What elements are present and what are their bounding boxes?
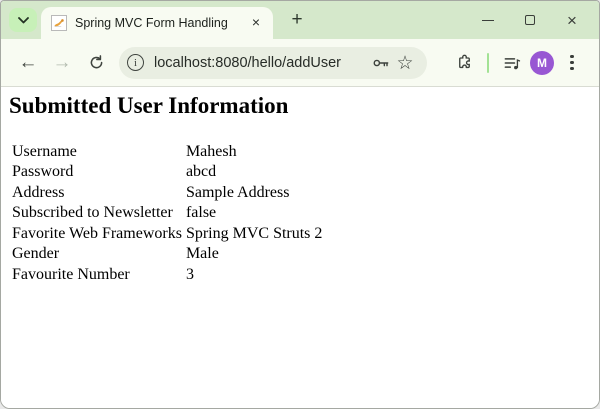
tab-strip: Spring MVC Form Handling × + × — [1, 1, 599, 39]
row-label: Subscribed to Newsletter — [11, 204, 183, 223]
site-info-icon[interactable]: i — [127, 54, 144, 71]
window-minimize-button[interactable] — [467, 3, 509, 37]
back-button[interactable]: ← — [11, 46, 45, 80]
tab-title: Spring MVC Form Handling — [75, 16, 247, 30]
page-title: Submitted User Information — [9, 93, 591, 119]
address-bar[interactable]: i localhost:8080/hello/addUser ☆ — [119, 47, 427, 79]
browser-window: Spring MVC Form Handling × + × ← → i loc… — [0, 0, 600, 409]
close-icon: × — [567, 12, 577, 29]
row-value: 3 — [185, 265, 323, 284]
user-info-table-body: UsernameMaheshPasswordabcdAddressSample … — [11, 142, 323, 284]
row-value: Male — [185, 245, 323, 264]
reload-button[interactable] — [79, 46, 113, 80]
extensions-puzzle-icon — [455, 53, 474, 72]
page-content: Submitted User Information UsernameMahes… — [1, 87, 599, 409]
user-info-table: UsernameMaheshPasswordabcdAddressSample … — [9, 140, 325, 286]
window-close-button[interactable]: × — [551, 3, 593, 37]
menu-dots-icon — [570, 55, 573, 70]
chevron-down-icon — [18, 17, 29, 24]
row-label: Username — [11, 142, 183, 161]
toolbar-right-group: M — [449, 48, 587, 78]
table-row: Favourite Number3 — [11, 265, 323, 284]
window-maximize-button[interactable] — [509, 3, 551, 37]
table-row: UsernameMahesh — [11, 142, 323, 161]
tomcat-favicon-icon — [51, 15, 67, 31]
extensions-button[interactable] — [449, 48, 479, 78]
row-label: Favourite Number — [11, 265, 183, 284]
row-value: Sample Address — [185, 183, 323, 202]
profile-button[interactable]: M — [527, 48, 557, 78]
table-row: AddressSample Address — [11, 183, 323, 202]
maximize-icon — [525, 15, 535, 25]
row-label: Favorite Web Frameworks — [11, 224, 183, 243]
bookmark-star-icon[interactable]: ☆ — [393, 51, 417, 75]
row-label: Address — [11, 183, 183, 202]
row-label: Gender — [11, 245, 183, 264]
toolbar-separator — [487, 53, 489, 73]
row-value: abcd — [185, 163, 323, 182]
minimize-icon — [482, 20, 494, 21]
password-key-icon[interactable] — [369, 51, 393, 75]
row-value: false — [185, 204, 323, 223]
table-row: GenderMale — [11, 245, 323, 264]
window-controls: × — [467, 1, 593, 39]
url-text: localhost:8080/hello/addUser — [154, 55, 369, 71]
new-tab-button[interactable]: + — [285, 9, 309, 33]
forward-button: → — [45, 46, 79, 80]
table-row: Subscribed to Newsletterfalse — [11, 204, 323, 223]
profile-avatar: M — [530, 51, 554, 75]
browser-tab[interactable]: Spring MVC Form Handling × — [41, 7, 273, 39]
media-controls-button[interactable] — [497, 48, 527, 78]
reload-icon — [88, 54, 105, 71]
tab-search-button[interactable] — [9, 8, 37, 32]
row-value: Mahesh — [185, 142, 323, 161]
table-row: Favorite Web FrameworksSpring MVC Struts… — [11, 224, 323, 243]
media-controls-icon — [502, 53, 522, 73]
browser-toolbar: ← → i localhost:8080/hello/addUser ☆ — [1, 39, 599, 87]
row-value: Spring MVC Struts 2 — [185, 224, 323, 243]
browser-menu-button[interactable] — [557, 48, 587, 78]
table-row: Passwordabcd — [11, 163, 323, 182]
tab-close-button[interactable]: × — [247, 14, 265, 32]
row-label: Password — [11, 163, 183, 182]
